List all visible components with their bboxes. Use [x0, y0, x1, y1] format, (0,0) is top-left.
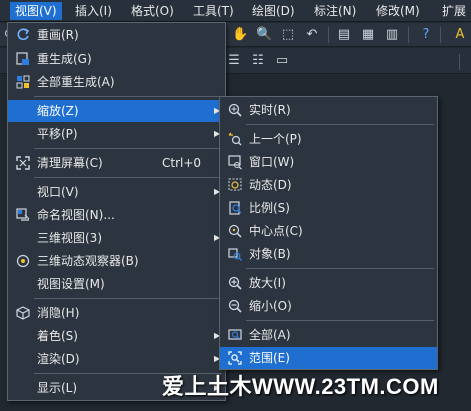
zoom-window-icon[interactable]: ⬚ — [280, 27, 296, 43]
menu-item-zoom-in[interactable]: 放大(I) — [220, 272, 437, 294]
zoom-center-icon — [228, 224, 242, 238]
regen-icon — [16, 52, 29, 65]
zoom-scale-icon — [229, 201, 242, 215]
menu-item-render[interactable]: 渲染(D) ▶ — [8, 348, 225, 370]
zoom-object-icon — [228, 248, 242, 261]
zoom-all-icon — [228, 329, 242, 340]
menu-tools[interactable]: 工具(T) — [188, 2, 239, 20]
layer-state-icon[interactable]: ☷ — [250, 53, 266, 69]
zoom-in-icon — [228, 276, 242, 290]
menu-item-regen[interactable]: 重生成(G) — [8, 48, 225, 70]
layer-icon[interactable]: ☰ — [226, 53, 242, 69]
named-view-icon — [16, 208, 30, 221]
menu-item-3d-orbit[interactable]: 三维动态观察器(B) — [8, 250, 225, 272]
help-icon[interactable]: ? — [418, 27, 434, 43]
menu-item-zoom-out[interactable]: 缩小(O) — [220, 295, 437, 317]
menu-item-view-settings[interactable]: 视图设置(M) — [8, 273, 225, 295]
tool-palette-icon[interactable]: ▥ — [384, 27, 400, 43]
menu-item-named-views[interactable]: 命名视图(N)... — [8, 204, 225, 226]
zoom-extents-icon — [228, 351, 242, 365]
orbit-icon — [16, 254, 30, 268]
menu-item-zoom-dynamic[interactable]: 动态(D) — [220, 174, 437, 196]
menu-item-pan[interactable]: 平移(P) ▶ — [8, 123, 225, 145]
zoom-realtime-icon — [228, 103, 242, 117]
menu-dimension[interactable]: 标注(N) — [309, 2, 361, 20]
menu-item-zoom[interactable]: 缩放(Z) ▶ — [8, 100, 225, 122]
zoom-dynamic-icon — [228, 178, 242, 191]
shortcut-label: Ctrl+0 — [162, 156, 202, 170]
menu-extend[interactable]: 扩展 — [437, 2, 471, 20]
menu-item-zoom-previous[interactable]: 上一个(P) — [220, 128, 437, 150]
menu-item-zoom-object[interactable]: 对象(B) — [220, 243, 437, 265]
menu-draw[interactable]: 绘图(D) — [247, 2, 300, 20]
menu-item-zoom-center[interactable]: 中心点(C) — [220, 220, 437, 242]
menu-item-zoom-extents[interactable]: 范围(E) — [220, 347, 437, 369]
menu-view[interactable]: 视图(V) — [10, 2, 62, 20]
menu-item-zoom-window[interactable]: 窗口(W) — [220, 151, 437, 173]
clean-screen-icon — [16, 156, 30, 170]
pan-icon[interactable]: ✋ — [232, 27, 248, 43]
zoom-out-icon — [228, 299, 242, 313]
text-style-icon[interactable]: A — [452, 27, 468, 43]
menu-item-zoom-scale[interactable]: 比例(S) — [220, 197, 437, 219]
menu-item-clean-screen[interactable]: 清理屏幕(C) Ctrl+0 — [8, 152, 225, 174]
regen-all-icon — [16, 75, 30, 89]
menu-item-regen-all[interactable]: 全部重生成(A) — [8, 71, 225, 93]
hide-icon — [16, 306, 30, 320]
menu-format[interactable]: 格式(O) — [126, 2, 179, 20]
menu-item-zoom-realtime[interactable]: 实时(R) — [220, 99, 437, 121]
zoom-previous-icon — [228, 132, 242, 146]
menu-bar: 视图(V) 插入(I) 格式(O) 工具(T) 绘图(D) 标注(N) 修改(M… — [0, 0, 471, 22]
menu-insert[interactable]: 插入(I) — [70, 2, 117, 20]
menu-item-hide[interactable]: 消隐(H) — [8, 302, 225, 324]
menu-item-viewports[interactable]: 视口(V) ▶ — [8, 181, 225, 203]
zoom-submenu: 实时(R) 上一个(P) 窗口(W) 动态(D) 比例(S) 中心点(C) 对象… — [219, 96, 438, 370]
menu-item-shade[interactable]: 着色(S) ▶ — [8, 325, 225, 347]
zoom-realtime-icon[interactable]: 🔍 — [256, 27, 272, 43]
design-center-icon[interactable]: ▦ — [360, 27, 376, 43]
zoom-previous-icon[interactable]: ↶ — [304, 27, 320, 43]
menu-item-zoom-all[interactable]: 全部(A) — [220, 324, 437, 346]
menu-modify[interactable]: 修改(M) — [371, 2, 425, 20]
menu-item-redraw[interactable]: 重画(R) — [8, 24, 225, 46]
view-menu: 重画(R) 重生成(G) 全部重生成(A) 缩放(Z) ▶ 平移(P) ▶ 清理… — [7, 22, 226, 401]
menu-item-3d-views[interactable]: 三维视图(3) ▶ — [8, 227, 225, 249]
zoom-window-icon — [228, 155, 242, 170]
layer-previous-icon[interactable]: ▭ — [274, 53, 290, 69]
properties-icon[interactable]: ▤ — [336, 27, 352, 43]
redraw-icon — [17, 28, 30, 41]
watermark: 爱上土木WWW.23TM.COM — [162, 374, 439, 399]
